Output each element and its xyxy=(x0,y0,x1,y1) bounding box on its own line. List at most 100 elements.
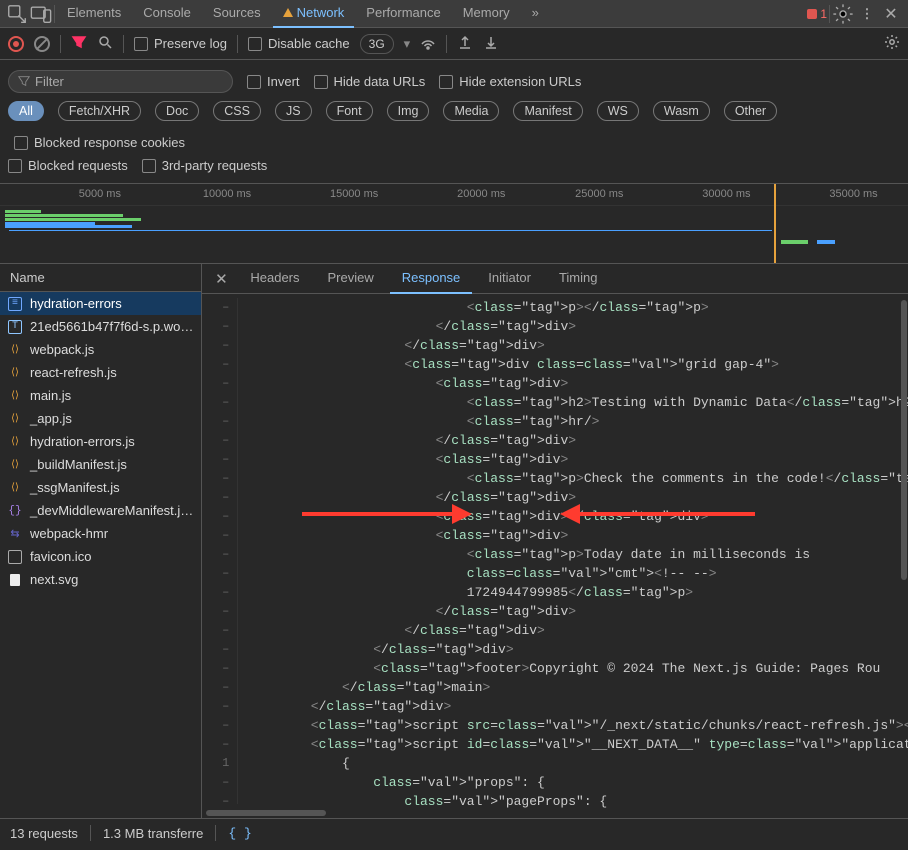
request-name: _buildManifest.js xyxy=(30,457,127,472)
inspect-icon[interactable] xyxy=(6,3,28,25)
chevron-down-icon[interactable]: ▾ xyxy=(404,36,411,52)
tab-response[interactable]: Response xyxy=(390,264,473,294)
status-footer: 13 requests 1.3 MB transferre { } xyxy=(0,819,908,847)
horizontal-scrollbar[interactable] xyxy=(202,808,908,818)
requests-count: 13 requests xyxy=(10,826,78,841)
request-name: webpack-hmr xyxy=(30,526,108,541)
error-counter[interactable]: 1 xyxy=(807,7,827,21)
request-name: favicon.ico xyxy=(30,549,91,564)
chip-fetchxhr[interactable]: Fetch/XHR xyxy=(58,101,141,121)
search-icon[interactable] xyxy=(97,34,113,53)
request-row[interactable]: ⟨⟩_ssgManifest.js xyxy=(0,476,201,499)
third-party-checkbox[interactable]: 3rd-party requests xyxy=(142,158,268,173)
tab-memory[interactable]: Memory xyxy=(453,0,520,28)
transferred-size: 1.3 MB transferre xyxy=(103,826,203,841)
tab-performance[interactable]: Performance xyxy=(356,0,450,28)
chip-img[interactable]: Img xyxy=(387,101,430,121)
network-timeline[interactable]: 5000 ms 10000 ms 15000 ms 20000 ms 25000… xyxy=(0,184,908,264)
settings-gear-icon[interactable] xyxy=(832,3,854,25)
throttling-select[interactable]: 3G xyxy=(360,34,394,54)
chip-media[interactable]: Media xyxy=(443,101,499,121)
device-toolbar-icon[interactable] xyxy=(30,3,52,25)
timeline-marker xyxy=(774,184,776,263)
disable-cache-checkbox[interactable]: Disable cache xyxy=(248,36,350,51)
request-row[interactable]: next.svg xyxy=(0,568,201,591)
request-row[interactable]: ⟨⟩ main.js xyxy=(0,384,201,407)
request-row[interactable]: {}_devMiddlewareManifest.j… xyxy=(0,499,201,522)
chip-ws[interactable]: WS xyxy=(597,101,639,121)
request-row[interactable]: T 21ed5661b47f7f6d-s.p.wo… xyxy=(0,315,201,338)
download-har-icon[interactable] xyxy=(483,34,499,53)
chip-doc[interactable]: Doc xyxy=(155,101,199,121)
tab-more[interactable]: » xyxy=(522,0,549,28)
detail-close-icon[interactable]: ✕ xyxy=(208,270,234,288)
script-icon: ⟨⟩ xyxy=(8,435,22,449)
blocked-cookies-checkbox[interactable]: Blocked response cookies xyxy=(14,135,185,150)
font-file-icon: T xyxy=(8,320,22,334)
network-conditions-icon[interactable] xyxy=(420,34,436,53)
request-name: main.js xyxy=(30,388,71,403)
request-name: hydration-errors xyxy=(30,296,122,311)
panel-settings-gear-icon[interactable] xyxy=(884,34,900,53)
chip-js[interactable]: JS xyxy=(275,101,312,121)
request-row[interactable]: ≡ hydration-errors xyxy=(0,292,201,315)
response-source[interactable]: ––––––– ––––––– ––––––– –––1–– <class="t… xyxy=(202,294,908,808)
pretty-print-button[interactable]: { } xyxy=(228,826,251,841)
chip-font[interactable]: Font xyxy=(326,101,373,121)
preserve-log-checkbox[interactable]: Preserve log xyxy=(134,36,227,51)
chip-wasm[interactable]: Wasm xyxy=(653,101,710,121)
kebab-menu-icon[interactable]: ⋮ xyxy=(856,3,878,25)
network-toolbar: Preserve log Disable cache 3G ▾ xyxy=(0,28,908,60)
script-icon: ⟨⟩ xyxy=(8,389,22,403)
hide-data-urls-checkbox[interactable]: Hide data URLs xyxy=(314,74,426,89)
document-icon: ≡ xyxy=(8,297,22,311)
checkbox-icon xyxy=(134,37,148,51)
filter-input[interactable]: Filter xyxy=(8,70,233,93)
filter-toggle-icon[interactable] xyxy=(71,34,87,53)
request-row[interactable]: favicon.ico xyxy=(0,545,201,568)
tab-preview[interactable]: Preview xyxy=(316,264,386,294)
request-list-header[interactable]: Name xyxy=(0,264,201,292)
image-file-icon xyxy=(8,573,22,587)
filter-placeholder: Filter xyxy=(35,74,64,89)
script-icon: ⟨⟩ xyxy=(8,481,22,495)
request-name: _devMiddlewareManifest.j… xyxy=(30,503,193,518)
script-icon: ⟨⟩ xyxy=(8,458,22,472)
tab-console[interactable]: Console xyxy=(133,0,201,28)
request-row[interactable]: ⟨⟩hydration-errors.js xyxy=(0,430,201,453)
request-name: _app.js xyxy=(30,411,72,426)
chip-all[interactable]: All xyxy=(8,101,44,121)
tab-headers[interactable]: Headers xyxy=(238,264,311,294)
request-name: 21ed5661b47f7f6d-s.p.wo… xyxy=(30,319,193,334)
checkbox-icon xyxy=(439,75,453,89)
tab-timing[interactable]: Timing xyxy=(547,264,610,294)
clear-button[interactable] xyxy=(34,36,50,52)
checkbox-icon xyxy=(142,159,156,173)
tab-sources[interactable]: Sources xyxy=(203,0,271,28)
request-row[interactable]: ⟨⟩ _buildManifest.js xyxy=(0,453,201,476)
close-icon[interactable]: ✕ xyxy=(880,3,902,25)
request-row[interactable]: ⇆webpack-hmr xyxy=(0,522,201,545)
vertical-scrollbar[interactable] xyxy=(901,300,907,580)
hide-extension-urls-checkbox[interactable]: Hide extension URLs xyxy=(439,74,581,89)
tab-initiator[interactable]: Initiator xyxy=(476,264,543,294)
invert-checkbox[interactable]: Invert xyxy=(247,74,300,89)
tab-elements[interactable]: Elements xyxy=(57,0,131,28)
request-name: webpack.js xyxy=(30,342,94,357)
request-row[interactable]: ⟨⟩_app.js xyxy=(0,407,201,430)
blocked-requests-checkbox[interactable]: Blocked requests xyxy=(8,158,128,173)
request-detail-pane: ✕ Headers Preview Response Initiator Tim… xyxy=(202,264,908,818)
devtools-tabs-bar: Elements Console Sources Network Perform… xyxy=(0,0,908,28)
chip-other[interactable]: Other xyxy=(724,101,777,121)
script-icon: ⟨⟩ xyxy=(8,366,22,380)
chip-css[interactable]: CSS xyxy=(213,101,261,121)
request-row[interactable]: ⟨⟩webpack.js xyxy=(0,338,201,361)
request-row[interactable]: ⟨⟩react-refresh.js xyxy=(0,361,201,384)
annotation-arrow-right xyxy=(560,494,760,534)
tab-network[interactable]: Network xyxy=(273,0,355,28)
chip-manifest[interactable]: Manifest xyxy=(513,101,582,121)
record-button[interactable] xyxy=(8,36,24,52)
upload-har-icon[interactable] xyxy=(457,34,473,53)
generic-file-icon xyxy=(8,550,22,564)
type-chips-row: All Fetch/XHR Doc CSS JS Font Img Media … xyxy=(8,97,900,154)
